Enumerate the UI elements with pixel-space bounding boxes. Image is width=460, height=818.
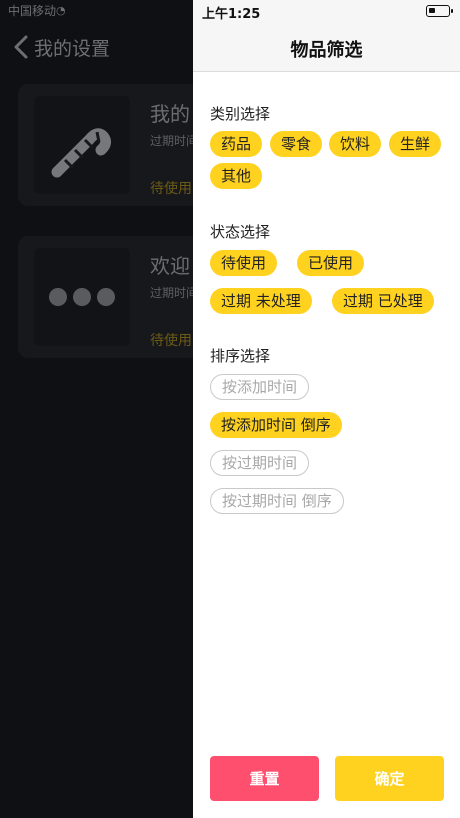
sort-chip-added[interactable]: 按添加时间: [210, 374, 310, 400]
status-chip-pending[interactable]: 待使用: [210, 250, 278, 276]
sort-section-title: 排序选择: [210, 347, 271, 365]
reset-button[interactable]: 重置: [210, 756, 319, 801]
wifi-icon: ◔: [56, 4, 66, 17]
filter-drawer: 上午1:25 物品筛选 类别选择 药品 零食 饮料 生鲜 其他 状态选择 待使用…: [193, 0, 460, 818]
item-thumbnail: [34, 96, 130, 194]
drawer-title: 物品筛选: [290, 40, 363, 61]
category-chip-snacks[interactable]: 零食: [270, 131, 323, 157]
more-dots-icon: [49, 288, 115, 306]
back-chevron-icon[interactable]: [12, 34, 32, 60]
item-status: 待使用: [150, 181, 192, 197]
sort-chip-added-desc[interactable]: 按添加时间 倒序: [210, 412, 342, 438]
background-nav: 我的设置: [12, 32, 110, 62]
status-chip-expired-unhandled[interactable]: 过期 未处理: [210, 288, 312, 314]
item-expiry: 过期时间: [150, 134, 199, 148]
item-title: 欢迎: [150, 254, 190, 278]
nav-title: 我的设置: [34, 37, 111, 60]
status-chip-used[interactable]: 已使用: [297, 250, 365, 276]
status-time: 上午1:25: [202, 7, 261, 22]
sort-chip-expiry-desc[interactable]: 按过期时间 倒序: [210, 488, 344, 514]
category-chip-medicine[interactable]: 药品: [210, 131, 263, 157]
status-chip-expired-handled[interactable]: 过期 已处理: [332, 288, 434, 314]
battery-icon: [426, 5, 453, 17]
category-chip-drinks[interactable]: 饮料: [329, 131, 382, 157]
category-chip-other[interactable]: 其他: [210, 163, 263, 189]
sort-chip-expiry[interactable]: 按过期时间: [210, 450, 310, 476]
category-chip-fresh[interactable]: 生鲜: [389, 131, 442, 157]
item-title: 我的: [150, 102, 190, 126]
item-status: 待使用: [150, 333, 192, 349]
drawer-header: 上午1:25 物品筛选: [193, 0, 460, 72]
carrier-label: 中国移动: [8, 4, 57, 18]
confirm-button[interactable]: 确定: [335, 756, 444, 801]
item-thumbnail: [34, 248, 130, 346]
item-expiry: 过期时间: [150, 286, 199, 300]
status-section-title: 状态选择: [210, 223, 271, 241]
candy-cane-icon: [51, 128, 112, 178]
category-section-title: 类别选择: [210, 105, 271, 123]
